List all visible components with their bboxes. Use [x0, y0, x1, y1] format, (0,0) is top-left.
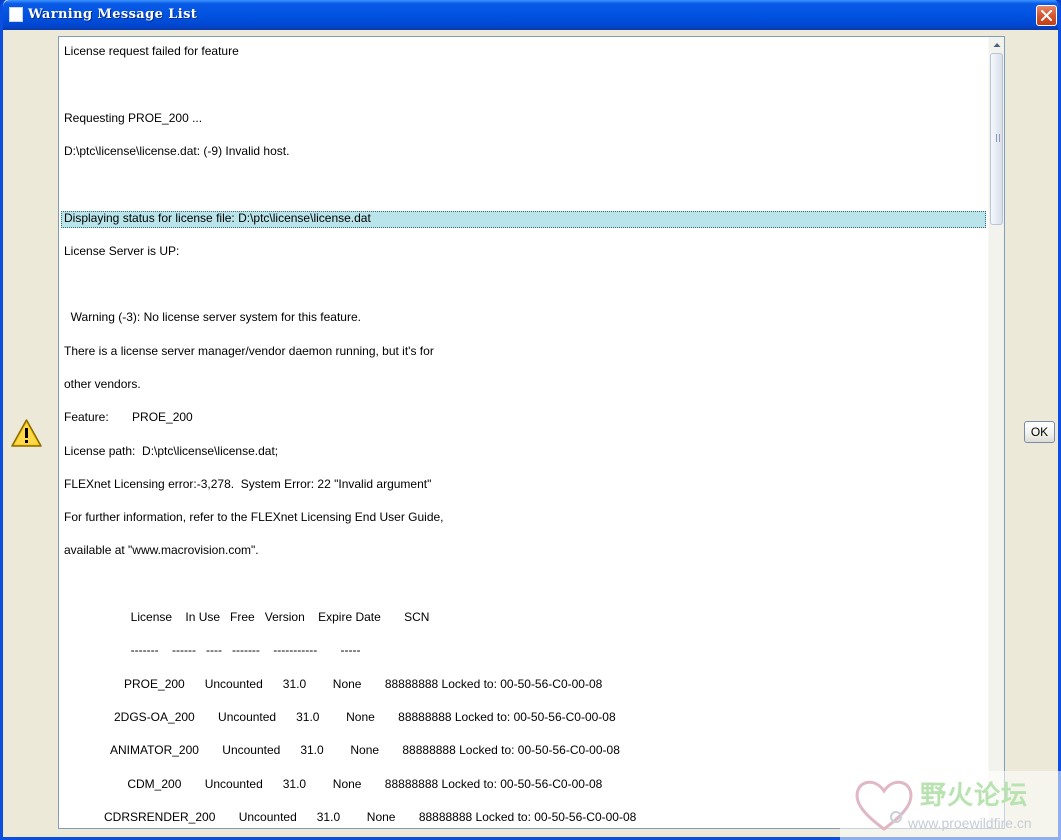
- message-row[interactable]: [61, 77, 986, 94]
- message-row[interactable]: D:\ptc\license\license.dat: (-9) Invalid…: [61, 144, 986, 161]
- message-row[interactable]: FLEXnet Licensing error:-3,278. System E…: [61, 477, 986, 494]
- message-row[interactable]: 2DGS-OA_200 Uncounted 31.0 None 88888888…: [61, 710, 986, 727]
- message-row[interactable]: There is a license server manager/vendor…: [61, 344, 986, 361]
- message-row[interactable]: License In Use Free Version Expire Date …: [61, 610, 986, 627]
- message-row[interactable]: [61, 577, 986, 594]
- title-bar[interactable]: Warning Message List: [3, 0, 1058, 30]
- warning-triangle-icon: [11, 419, 42, 447]
- message-row[interactable]: PROE_200 Uncounted 31.0 None 88888888 Lo…: [61, 677, 986, 694]
- watermark-url: www.proewildfire.cn: [908, 815, 1032, 831]
- arrow-up-icon[interactable]: [989, 37, 1005, 53]
- heart-logo-icon: [855, 780, 913, 831]
- close-button[interactable]: [1036, 5, 1057, 26]
- window-title: Warning Message List: [28, 7, 198, 22]
- forum-watermark: 野火论坛 www.proewildfire.cn: [840, 771, 1061, 840]
- message-row[interactable]: Warning (-3): No license server system f…: [61, 310, 986, 327]
- message-row[interactable]: Requesting PROE_200 ...: [61, 111, 986, 128]
- message-row[interactable]: available at "www.macrovision.com".: [61, 543, 986, 560]
- warning-message-list-window: Warning Message List License request fai…: [0, 0, 1061, 840]
- app-window-icon: [9, 7, 23, 22]
- scrollbar-grip: [996, 134, 1000, 142]
- message-row[interactable]: other vendors.: [61, 377, 986, 394]
- message-row[interactable]: [61, 177, 986, 194]
- message-row[interactable]: License request failed for feature: [61, 44, 986, 61]
- message-row[interactable]: ------- ------ ---- ------- ----------- …: [61, 643, 986, 660]
- vertical-scrollbar[interactable]: [988, 37, 1005, 828]
- close-icon: [1041, 10, 1052, 21]
- ok-button[interactable]: OK: [1024, 421, 1055, 443]
- message-list-panel: License request failed for feature Reques…: [58, 36, 1005, 829]
- message-row[interactable]: [61, 277, 986, 294]
- message-row[interactable]: Feature: PROE_200: [61, 410, 986, 427]
- scrollbar-thumb[interactable]: [990, 53, 1003, 225]
- message-row[interactable]: License Server is UP:: [61, 244, 986, 261]
- watermark-site-name: 野火论坛: [920, 781, 1029, 811]
- dialog-body: License request failed for feature Reques…: [3, 30, 1058, 837]
- message-row[interactable]: For further information, refer to the FL…: [61, 510, 986, 527]
- message-row[interactable]: License path: D:\ptc\license\license.dat…: [61, 444, 986, 461]
- selected-message-row[interactable]: Displaying status for license file: D:\p…: [61, 211, 986, 228]
- message-list[interactable]: License request failed for feature Reques…: [59, 37, 988, 828]
- message-row[interactable]: ANIMATOR_200 Uncounted 31.0 None 8888888…: [61, 743, 986, 760]
